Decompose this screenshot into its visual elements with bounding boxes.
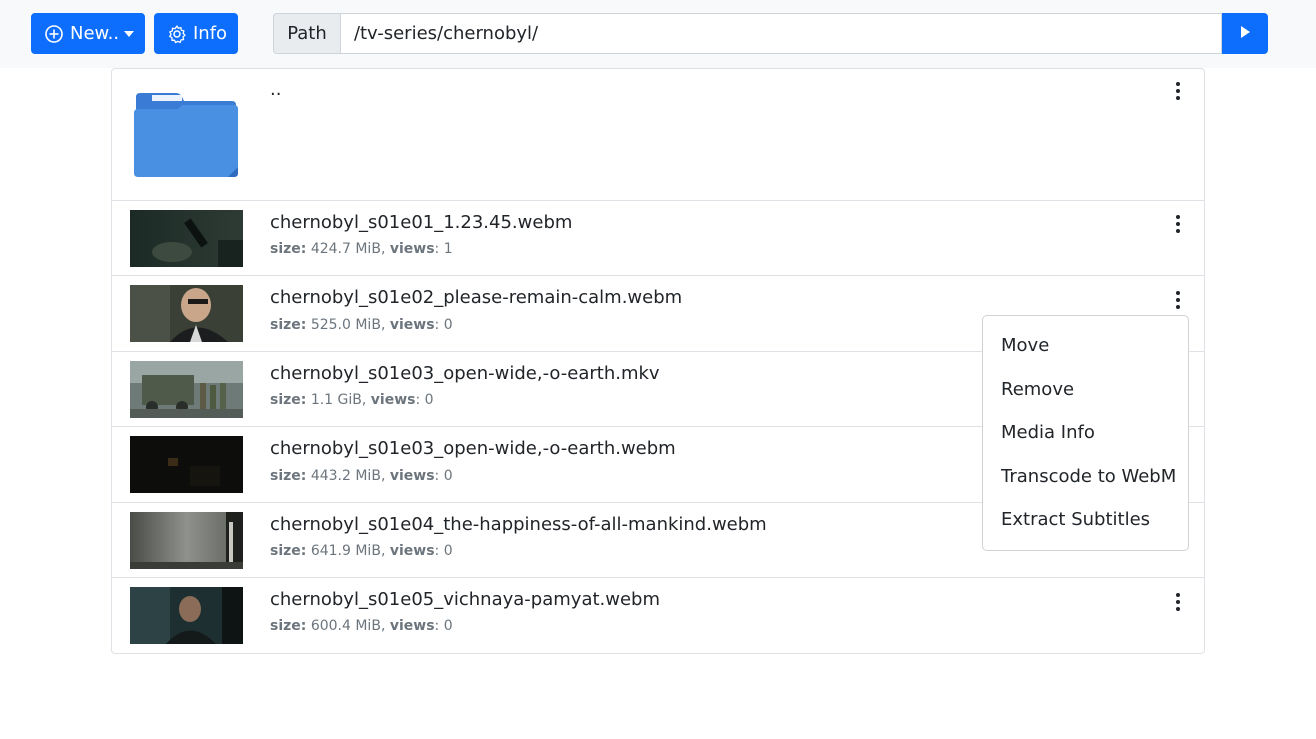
file-name[interactable]: chernobyl_s01e03_open-wide,-o-earth.webm (270, 438, 676, 459)
path-bar: Path (273, 13, 1268, 54)
kebab-menu-icon[interactable] (1170, 590, 1186, 614)
list-item[interactable]: chernobyl_s01e01_1.23.45.webm size: 424.… (112, 201, 1204, 276)
video-thumbnail (130, 210, 243, 267)
chevron-down-icon (124, 30, 135, 37)
video-thumbnail (130, 587, 243, 644)
file-meta: size: 525.0 MiB, views: 0 (270, 317, 453, 333)
new-button-label: New.. (70, 23, 120, 44)
menu-item-move[interactable]: Move (983, 324, 1188, 368)
file-meta: size: 600.4 MiB, views: 0 (270, 618, 453, 634)
kebab-menu-icon[interactable] (1170, 212, 1186, 236)
menu-item-extract-subtitles[interactable]: Extract Subtitles (983, 498, 1188, 542)
video-thumbnail (130, 512, 243, 569)
folder-icon (132, 91, 242, 179)
kebab-menu-icon[interactable] (1170, 288, 1186, 312)
list-item[interactable]: chernobyl_s01e05_vichnaya-pamyat.webm si… (112, 578, 1204, 653)
video-thumbnail (130, 361, 243, 418)
info-button-label: Info (193, 23, 228, 44)
path-input[interactable] (339, 13, 1223, 54)
file-meta: size: 424.7 MiB, views: 1 (270, 241, 453, 257)
video-thumbnail (130, 285, 243, 342)
path-label: Path (273, 13, 340, 54)
menu-item-media-info[interactable]: Media Info (983, 411, 1188, 455)
parent-dir-label: .. (270, 79, 282, 100)
list-item-parent-dir[interactable]: .. (112, 69, 1204, 201)
file-name[interactable]: chernobyl_s01e05_vichnaya-pamyat.webm (270, 589, 660, 610)
context-menu: Move Remove Media Info Transcode to WebM… (982, 315, 1189, 551)
new-button[interactable]: New.. (31, 13, 145, 54)
file-meta: size: 641.9 MiB, views: 0 (270, 543, 453, 559)
play-icon (1239, 24, 1251, 43)
info-button[interactable]: Info (154, 13, 238, 54)
video-thumbnail (130, 436, 243, 493)
file-meta: size: 1.1 GiB, views: 0 (270, 392, 434, 408)
gear-icon (167, 24, 187, 44)
file-name[interactable]: chernobyl_s01e01_1.23.45.webm (270, 212, 572, 233)
toolbar: New.. Info Path (0, 0, 1316, 68)
file-name[interactable]: chernobyl_s01e03_open-wide,-o-earth.mkv (270, 363, 660, 384)
plus-circle-icon (44, 24, 64, 44)
go-button[interactable] (1222, 13, 1268, 54)
menu-item-remove[interactable]: Remove (983, 368, 1188, 412)
menu-item-transcode[interactable]: Transcode to WebM (983, 455, 1188, 499)
kebab-menu-icon[interactable] (1170, 79, 1186, 103)
file-name[interactable]: chernobyl_s01e02_please-remain-calm.webm (270, 287, 682, 308)
file-meta: size: 443.2 MiB, views: 0 (270, 468, 453, 484)
file-name[interactable]: chernobyl_s01e04_the-happiness-of-all-ma… (270, 514, 767, 535)
